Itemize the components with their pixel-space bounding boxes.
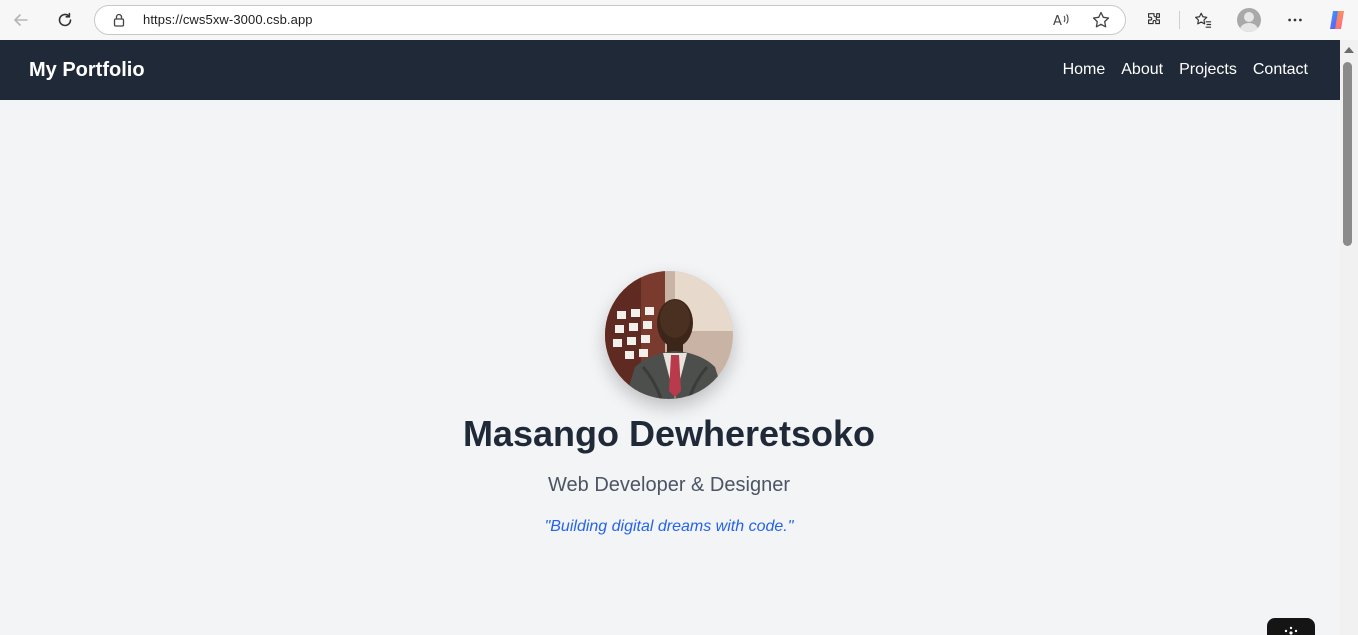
more-options-icon[interactable] (1283, 8, 1307, 32)
nav-link-contact[interactable]: Contact (1253, 61, 1308, 79)
toolbar-divider (1179, 11, 1180, 29)
favorite-star-icon[interactable] (1091, 10, 1111, 30)
sandbox-badge-button[interactable] (1267, 618, 1315, 635)
url-text[interactable]: https://cws5xw-3000.csb.app (143, 12, 313, 27)
back-arrow-icon[interactable] (7, 6, 35, 34)
hero-role: Web Developer & Designer (548, 474, 790, 496)
site-brand[interactable]: My Portfolio (29, 59, 145, 82)
svg-text:A: A (1053, 14, 1062, 29)
nav-link-projects[interactable]: Projects (1179, 61, 1237, 79)
read-aloud-icon[interactable]: A (1051, 10, 1071, 30)
hero-section: Masango Dewheretsoko Web Developer & Des… (0, 100, 1340, 635)
site-navbar: My Portfolio Home About Projects Contact (0, 40, 1340, 100)
address-bar[interactable]: https://cws5xw-3000.csb.app A (94, 5, 1126, 35)
browser-toolbar: https://cws5xw-3000.csb.app A (0, 0, 1358, 40)
nav-link-home[interactable]: Home (1063, 61, 1106, 79)
nav-link-about[interactable]: About (1121, 61, 1163, 79)
page-scrollbar[interactable] (1340, 40, 1358, 635)
scroll-up-arrow-icon[interactable] (1344, 47, 1354, 53)
copilot-icon[interactable] (1325, 8, 1349, 32)
nav-links: Home About Projects Contact (1063, 61, 1308, 79)
hero-quote: "Building digital dreams with code." (544, 518, 794, 535)
profile-photo (605, 271, 733, 399)
page-viewport: My Portfolio Home About Projects Contact (0, 40, 1340, 635)
favorites-list-icon[interactable] (1191, 8, 1215, 32)
scrollbar-thumb[interactable] (1343, 62, 1352, 246)
hero-name: Masango Dewheretsoko (462, 413, 876, 454)
profile-icon[interactable] (1237, 8, 1261, 32)
lock-icon[interactable] (111, 12, 127, 28)
extensions-icon[interactable] (1142, 8, 1166, 32)
refresh-icon[interactable] (51, 6, 79, 34)
